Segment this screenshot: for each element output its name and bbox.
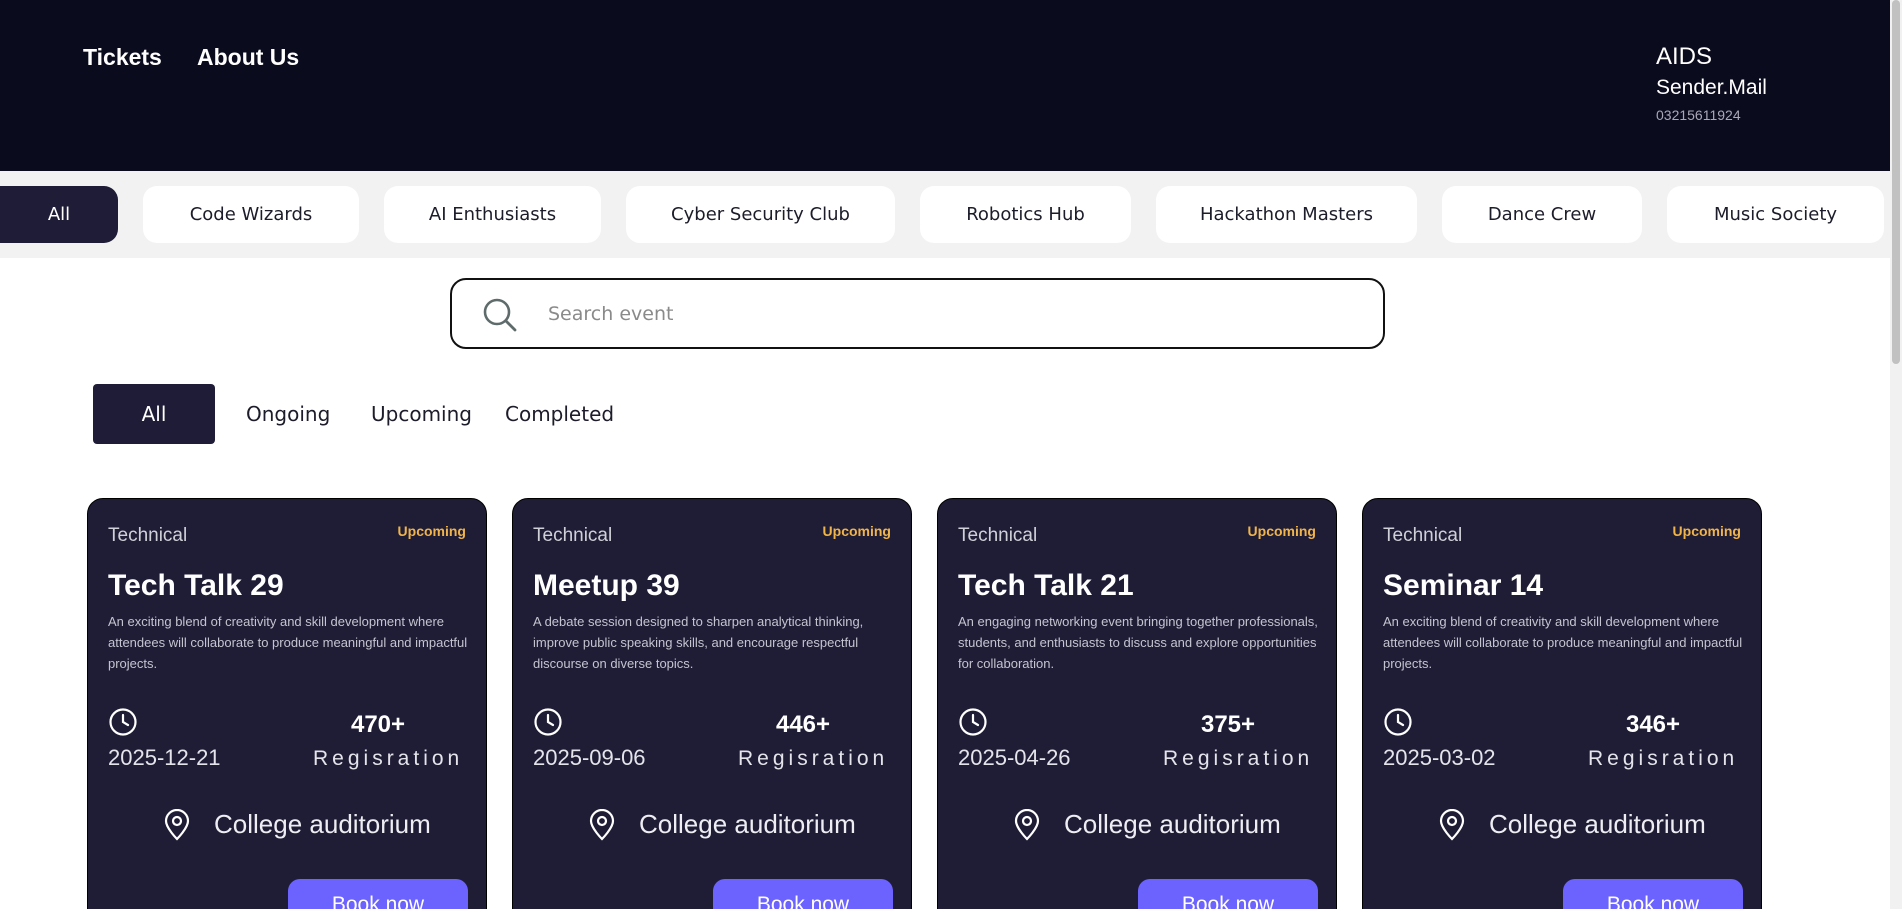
book-now-button[interactable]: Book now <box>1138 879 1318 909</box>
event-status-badge: Upcoming <box>397 523 466 539</box>
event-title: Tech Talk 21 <box>958 569 1134 602</box>
event-date: 2025-04-26 <box>958 745 1071 770</box>
search-icon <box>483 298 517 332</box>
registration-label: Regisration <box>313 747 464 770</box>
club-chip-hackathon-masters[interactable]: Hackathon Masters <box>1156 186 1417 243</box>
clock-icon <box>109 708 137 736</box>
brand-mail: Sender.Mail <box>1656 76 1767 99</box>
search-box <box>450 278 1385 349</box>
event-title: Meetup 39 <box>533 569 680 602</box>
brand-block: AIDS Sender.Mail 03215611924 <box>1656 43 1767 123</box>
registration-label: Regisration <box>738 747 889 770</box>
page: Tickets About Us AIDS Sender.Mail 032156… <box>0 0 1902 909</box>
event-title: Tech Talk 29 <box>108 569 284 602</box>
book-now-button[interactable]: Book now <box>288 879 468 909</box>
event-status-badge: Upcoming <box>822 523 891 539</box>
registration-count: 375+ <box>1200 711 1256 738</box>
event-date: 2025-12-21 <box>108 745 221 770</box>
tab-ongoing[interactable]: Ongoing <box>246 384 330 444</box>
location-pin-icon <box>1014 809 1040 841</box>
event-status-badge: Upcoming <box>1247 523 1316 539</box>
event-date: 2025-03-02 <box>1383 745 1496 770</box>
event-category: Technical <box>533 525 613 546</box>
tab-all[interactable]: All <box>93 384 215 444</box>
event-status-badge: Upcoming <box>1672 523 1741 539</box>
registration-count: 446+ <box>775 711 831 738</box>
event-description: A debate session designed to sharpen ana… <box>533 614 864 671</box>
top-header: Tickets About Us AIDS Sender.Mail 032156… <box>0 0 1890 171</box>
location-pin-icon <box>1439 809 1465 841</box>
event-category: Technical <box>958 525 1038 546</box>
location-pin-icon <box>164 809 190 841</box>
tab-completed[interactable]: Completed <box>505 384 614 444</box>
brand-name: AIDS <box>1656 43 1713 70</box>
nav-link-tickets[interactable]: Tickets <box>83 44 162 71</box>
event-description: An exciting blend of creativity and skil… <box>1383 614 1743 671</box>
event-category: Technical <box>1383 525 1463 546</box>
event-venue: College auditorium <box>1064 809 1281 839</box>
event-venue: College auditorium <box>1489 809 1706 839</box>
clock-icon <box>1384 708 1412 736</box>
clock-icon <box>959 708 987 736</box>
club-chip-cyber-security-club[interactable]: Cyber Security Club <box>626 186 895 243</box>
registration-count: 346+ <box>1625 711 1681 738</box>
registration-label: Regisration <box>1588 747 1739 770</box>
brand-phone: 03215611924 <box>1656 107 1741 123</box>
event-card: Technical Upcoming Meetup 39 A debate se… <box>512 498 912 909</box>
event-date: 2025-09-06 <box>533 745 646 770</box>
book-now-button[interactable]: Book now <box>713 879 893 909</box>
club-chip-dance-crew[interactable]: Dance Crew <box>1442 186 1642 243</box>
registration-label: Regisration <box>1163 747 1314 770</box>
event-card: Technical Upcoming Seminar 14 An excitin… <box>1362 498 1762 909</box>
event-card: Technical Upcoming Tech Talk 29 An excit… <box>87 498 487 909</box>
event-card: Technical Upcoming Tech Talk 21 An engag… <box>937 498 1337 909</box>
club-chip-code-wizards[interactable]: Code Wizards <box>143 186 359 243</box>
event-description: An exciting blend of creativity and skil… <box>108 614 468 671</box>
scrollbar-thumb[interactable] <box>1892 0 1900 364</box>
vertical-scrollbar[interactable] <box>1890 0 1902 909</box>
event-description: An engaging networking event bringing to… <box>958 614 1318 671</box>
club-filter-bar: All Code Wizards AI Enthusiasts Cyber Se… <box>0 171 1890 258</box>
clock-icon <box>534 708 562 736</box>
location-pin-icon <box>589 809 615 841</box>
club-chip-ai-enthusiasts[interactable]: AI Enthusiasts <box>384 186 601 243</box>
club-chip-all[interactable]: All <box>0 186 118 243</box>
nav-link-about-us[interactable]: About Us <box>197 44 299 71</box>
club-chip-robotics-hub[interactable]: Robotics Hub <box>920 186 1131 243</box>
event-category: Technical <box>108 525 188 546</box>
tab-upcoming[interactable]: Upcoming <box>371 384 472 444</box>
event-title: Seminar 14 <box>1383 569 1544 602</box>
event-venue: College auditorium <box>214 809 431 839</box>
event-venue: College auditorium <box>639 809 856 839</box>
book-now-button[interactable]: Book now <box>1563 879 1743 909</box>
club-chip-music-society[interactable]: Music Society <box>1667 186 1884 243</box>
search-input[interactable] <box>548 294 1348 334</box>
registration-count: 470+ <box>350 711 406 738</box>
